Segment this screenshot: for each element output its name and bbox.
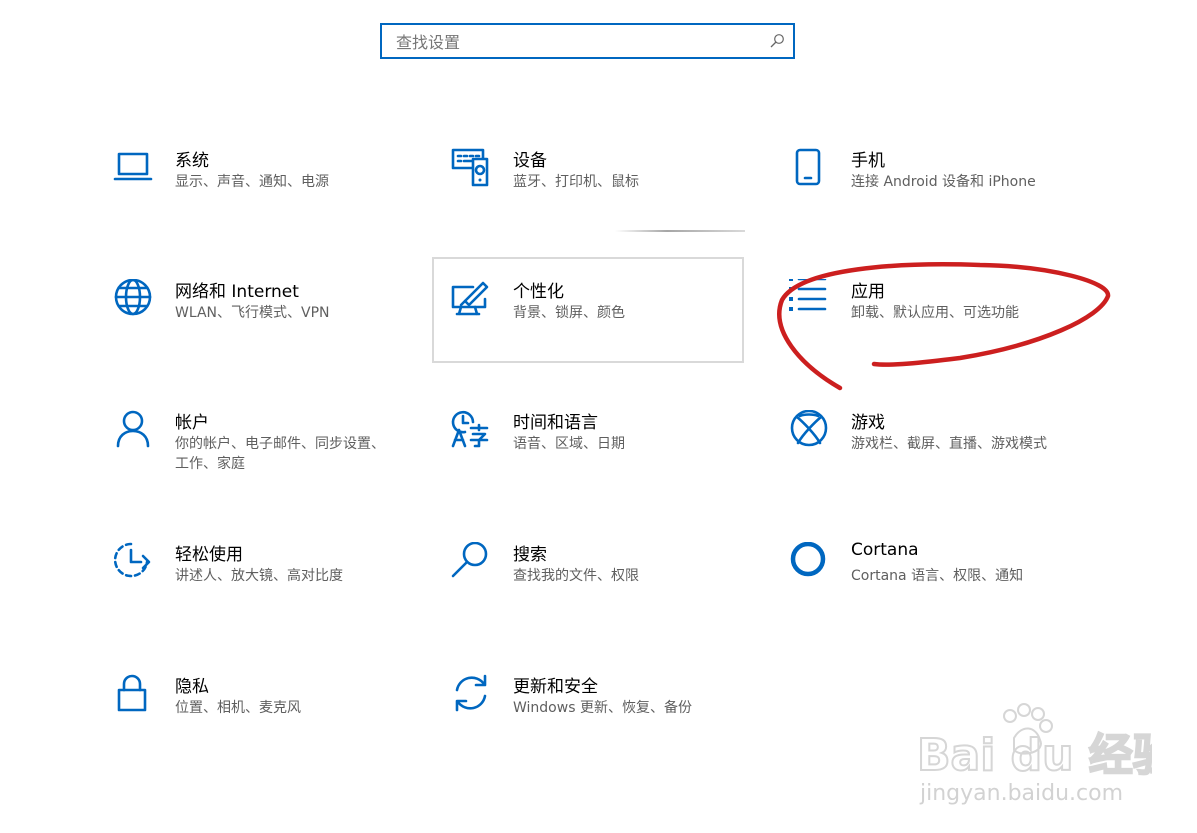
devices-icon <box>451 148 489 187</box>
watermark-url: jingyan.baidu.com <box>919 781 1123 806</box>
search-icon[interactable] <box>769 33 785 49</box>
cortana-icon <box>790 542 826 577</box>
tile-title: 个性化 <box>513 282 564 302</box>
tile-description: 卸载、默认应用、可选功能 <box>851 305 1019 321</box>
tile-ease-of-access[interactable]: 轻松使用 讲述人、放大镜、高对比度 <box>113 542 433 642</box>
settings-search-box[interactable] <box>380 23 795 59</box>
tile-description: 连接 Android 设备和 iPhone <box>851 174 1036 190</box>
tile-title: 系统 <box>175 151 209 171</box>
xbox-icon <box>790 410 828 447</box>
tile-description: 蓝牙、打印机、鼠标 <box>513 174 639 190</box>
baidu-watermark-logo: Bai du 经验 jingyan.baidu.com <box>916 703 1152 806</box>
tile-description: 背景、锁屏、颜色 <box>513 305 625 321</box>
tile-title: 游戏 <box>851 413 885 433</box>
globe-icon <box>114 279 152 316</box>
tile-description: WLAN、飞行模式、VPN <box>175 305 330 321</box>
tile-title: 时间和语言 <box>513 413 598 433</box>
tile-gaming[interactable]: 游戏 游戏栏、截屏、直播、游戏模式 <box>789 410 1109 510</box>
tile-description: Windows 更新、恢复、备份 <box>513 700 692 716</box>
tile-time-language[interactable]: 时间和语言 语音、区域、日期 <box>451 410 771 510</box>
tile-title: 隐私 <box>175 677 209 697</box>
phone-icon <box>795 148 821 186</box>
person-icon <box>116 410 150 448</box>
ease-of-access-icon <box>113 542 151 578</box>
tile-title: 应用 <box>851 282 885 302</box>
tile-title: 网络和 Internet <box>175 282 299 302</box>
tile-description: Cortana 语言、权限、通知 <box>851 568 1024 584</box>
tile-search[interactable]: 搜索 查找我的文件、权限 <box>451 542 771 642</box>
tile-title: 轻松使用 <box>175 545 243 565</box>
watermark-brand: Bai du 经验 <box>917 730 1152 781</box>
laptop-icon <box>113 152 153 181</box>
personalize-icon <box>451 281 489 316</box>
search-input[interactable] <box>394 25 758 59</box>
tile-system[interactable]: 系统 显示、声音、通知、电源 <box>113 148 433 248</box>
tile-title: 手机 <box>851 151 885 171</box>
magnifier-icon <box>451 542 488 578</box>
tile-accounts[interactable]: 帐户 你的帐户、电子邮件、同步设置、工作、家庭 <box>113 410 433 510</box>
time-language-icon <box>451 410 489 448</box>
tile-description: 显示、声音、通知、电源 <box>175 174 329 190</box>
tile-network[interactable]: 网络和 Internet WLAN、飞行模式、VPN <box>113 279 433 379</box>
tile-apps[interactable]: 应用 卸载、默认应用、可选功能 <box>789 279 1109 379</box>
tile-title: 搜索 <box>513 545 547 565</box>
tile-phone[interactable]: 手机 连接 Android 设备和 iPhone <box>789 148 1109 248</box>
tile-title: Cortana <box>851 540 919 560</box>
tile-description: 你的帐户、电子邮件、同步设置、工作、家庭 <box>175 436 385 472</box>
tile-cortana[interactable]: Cortana Cortana 语言、权限、通知 <box>789 540 1109 642</box>
tile-update-security[interactable]: 更新和安全 Windows 更新、恢复、备份 <box>451 674 771 774</box>
tile-description: 语音、区域、日期 <box>513 436 625 452</box>
tile-description: 位置、相机、麦克风 <box>175 700 301 716</box>
tile-title: 设备 <box>513 151 547 171</box>
lock-icon <box>117 674 147 712</box>
tile-devices[interactable]: 设备 蓝牙、打印机、鼠标 <box>451 148 771 248</box>
tile-description: 查找我的文件、权限 <box>513 568 639 584</box>
tile-title: 帐户 <box>175 413 209 433</box>
apps-list-icon <box>789 279 827 311</box>
update-icon <box>455 674 487 712</box>
tile-description: 讲述人、放大镜、高对比度 <box>175 568 343 584</box>
tile-privacy[interactable]: 隐私 位置、相机、麦克风 <box>113 674 433 774</box>
tile-personalization[interactable]: 个性化 背景、锁屏、颜色 <box>451 279 771 379</box>
tile-title: 更新和安全 <box>513 677 598 697</box>
tile-description: 游戏栏、截屏、直播、游戏模式 <box>851 436 1047 452</box>
